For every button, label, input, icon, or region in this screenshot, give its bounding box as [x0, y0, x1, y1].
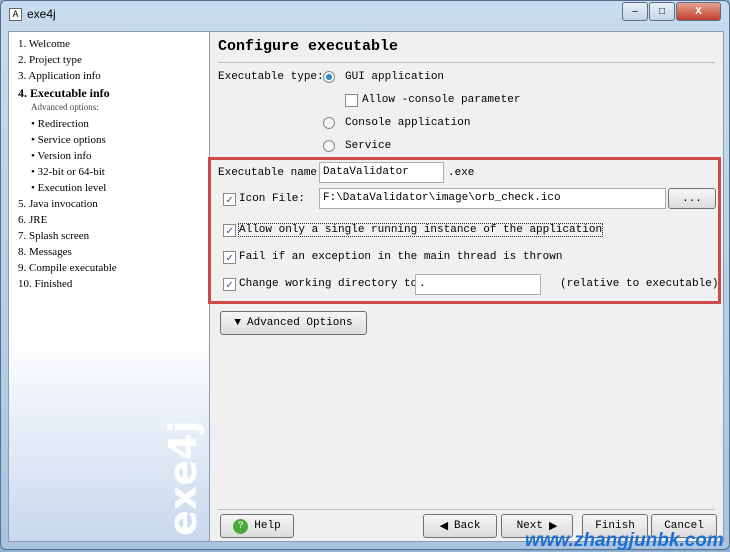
- sidebar-item: 2. Project type: [18, 54, 82, 66]
- exe-extension: .exe: [448, 167, 475, 179]
- app-icon: A: [9, 7, 22, 21]
- allow-console-checkbox[interactable]: [345, 94, 358, 107]
- icon-file-input[interactable]: F:\DataValidator\image\orb_check.ico: [319, 188, 666, 209]
- console-application-label: Console application: [345, 117, 471, 129]
- sidebar-item: 6. JRE: [18, 214, 48, 226]
- maximize-button[interactable]: □: [649, 2, 675, 21]
- help-button[interactable]: ? Help: [220, 514, 294, 538]
- single-instance-checkbox[interactable]: ✓: [223, 224, 236, 237]
- app-window: A exe4j – □ X 1. Welcome 2. Project type 3…: [0, 0, 730, 551]
- sidebar-item: 3. Application info: [18, 70, 101, 82]
- back-label: Back: [454, 520, 481, 532]
- advanced-options-label: Advanced Options: [246, 317, 353, 329]
- icon-file-checkbox[interactable]: ✓: [223, 193, 236, 206]
- fail-exception-label: Fail if an exception in the main thread …: [239, 251, 563, 263]
- relative-note: (relative to executable): [560, 278, 719, 290]
- window-title: exe4j: [27, 7, 56, 21]
- service-radio[interactable]: [323, 140, 335, 152]
- change-dir-checkbox[interactable]: ✓: [223, 278, 236, 291]
- triangle-down-icon: ▼: [234, 317, 241, 329]
- minimize-button[interactable]: –: [622, 2, 648, 21]
- sidebar-item: 1. Welcome: [18, 38, 71, 50]
- executable-name-label: Executable name:: [218, 167, 324, 179]
- sidebar-item: 8. Messages: [18, 246, 72, 258]
- allow-console-label: Allow -console parameter: [362, 94, 521, 106]
- close-button[interactable]: X: [676, 2, 721, 21]
- footer-divider: [218, 509, 715, 510]
- console-application-radio[interactable]: [323, 117, 335, 129]
- single-instance-label: Allow only a single running instance of …: [237, 223, 604, 237]
- sidebar-item: • Version info: [31, 150, 92, 162]
- sidebar-item: Advanced options:: [31, 102, 99, 112]
- browse-button[interactable]: ...: [668, 188, 716, 209]
- help-label: Help: [254, 520, 281, 532]
- working-directory-input[interactable]: .: [415, 274, 541, 295]
- page-title: Configure executable: [218, 38, 399, 55]
- sidebar-item: 9. Compile executable: [18, 262, 117, 274]
- service-label: Service: [345, 140, 392, 152]
- sidebar-item: 5. Java invocation: [18, 198, 98, 210]
- sidebar-item: 4. Executable info: [18, 86, 110, 100]
- arrow-left-icon: ◀: [439, 521, 449, 533]
- exe4j-logo: exe4j: [161, 420, 205, 536]
- help-icon: ?: [233, 518, 249, 534]
- sidebar-item: • Service options: [31, 134, 106, 146]
- sidebar-item: • 32-bit or 64-bit: [31, 166, 105, 178]
- back-button[interactable]: ◀ Back: [423, 514, 497, 538]
- executable-name-input[interactable]: DataValidator: [319, 162, 444, 183]
- sidebar-item: 10. Finished: [18, 278, 73, 290]
- sidebar-item: • Redirection: [31, 118, 89, 130]
- watermark: www.zhangjunbk.com: [525, 530, 724, 551]
- sidebar-item: • Execution level: [31, 182, 107, 194]
- advanced-options-button[interactable]: ▼ Advanced Options: [220, 311, 367, 335]
- main-panel: Configure executable Executable type: GU…: [208, 31, 724, 542]
- icon-file-label: Icon File:: [239, 193, 306, 205]
- executable-type-label: Executable type:: [218, 71, 324, 83]
- change-dir-label: Change working directory to:: [239, 278, 424, 290]
- title-bar: A exe4j: [9, 7, 56, 21]
- sidebar-item: 7. Splash screen: [18, 230, 90, 242]
- gui-application-radio[interactable]: [323, 71, 335, 83]
- fail-exception-checkbox[interactable]: ✓: [223, 251, 236, 264]
- gui-application-label: GUI application: [345, 71, 445, 83]
- divider: [218, 62, 715, 63]
